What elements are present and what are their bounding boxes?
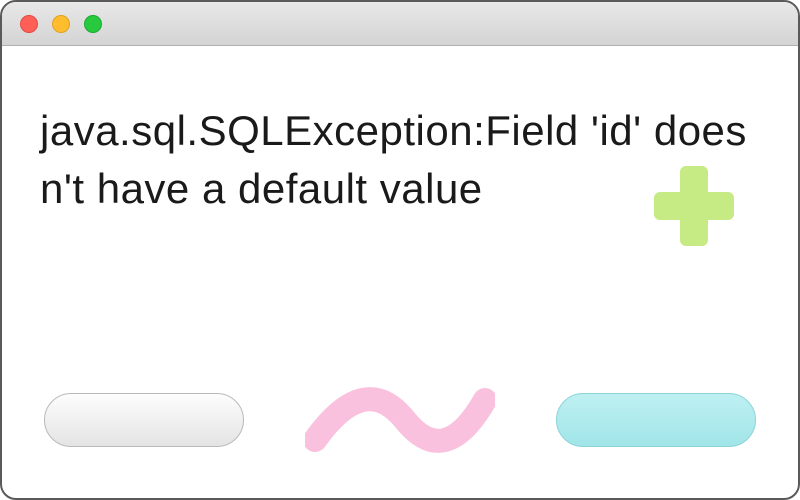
left-pill-button[interactable]	[44, 393, 244, 447]
curve-decoration	[305, 380, 495, 460]
maximize-button[interactable]	[84, 15, 102, 33]
plus-icon	[654, 166, 734, 246]
right-pill-button[interactable]	[556, 393, 756, 447]
application-window: java.sql.SQLException:Field 'id' doesn't…	[0, 0, 800, 500]
minimize-button[interactable]	[52, 15, 70, 33]
bottom-bar	[44, 380, 756, 460]
close-button[interactable]	[20, 15, 38, 33]
error-text: java.sql.SQLException:Field 'id' doesn't…	[40, 102, 760, 218]
content-area: java.sql.SQLException:Field 'id' doesn't…	[2, 46, 798, 498]
titlebar	[2, 2, 798, 46]
